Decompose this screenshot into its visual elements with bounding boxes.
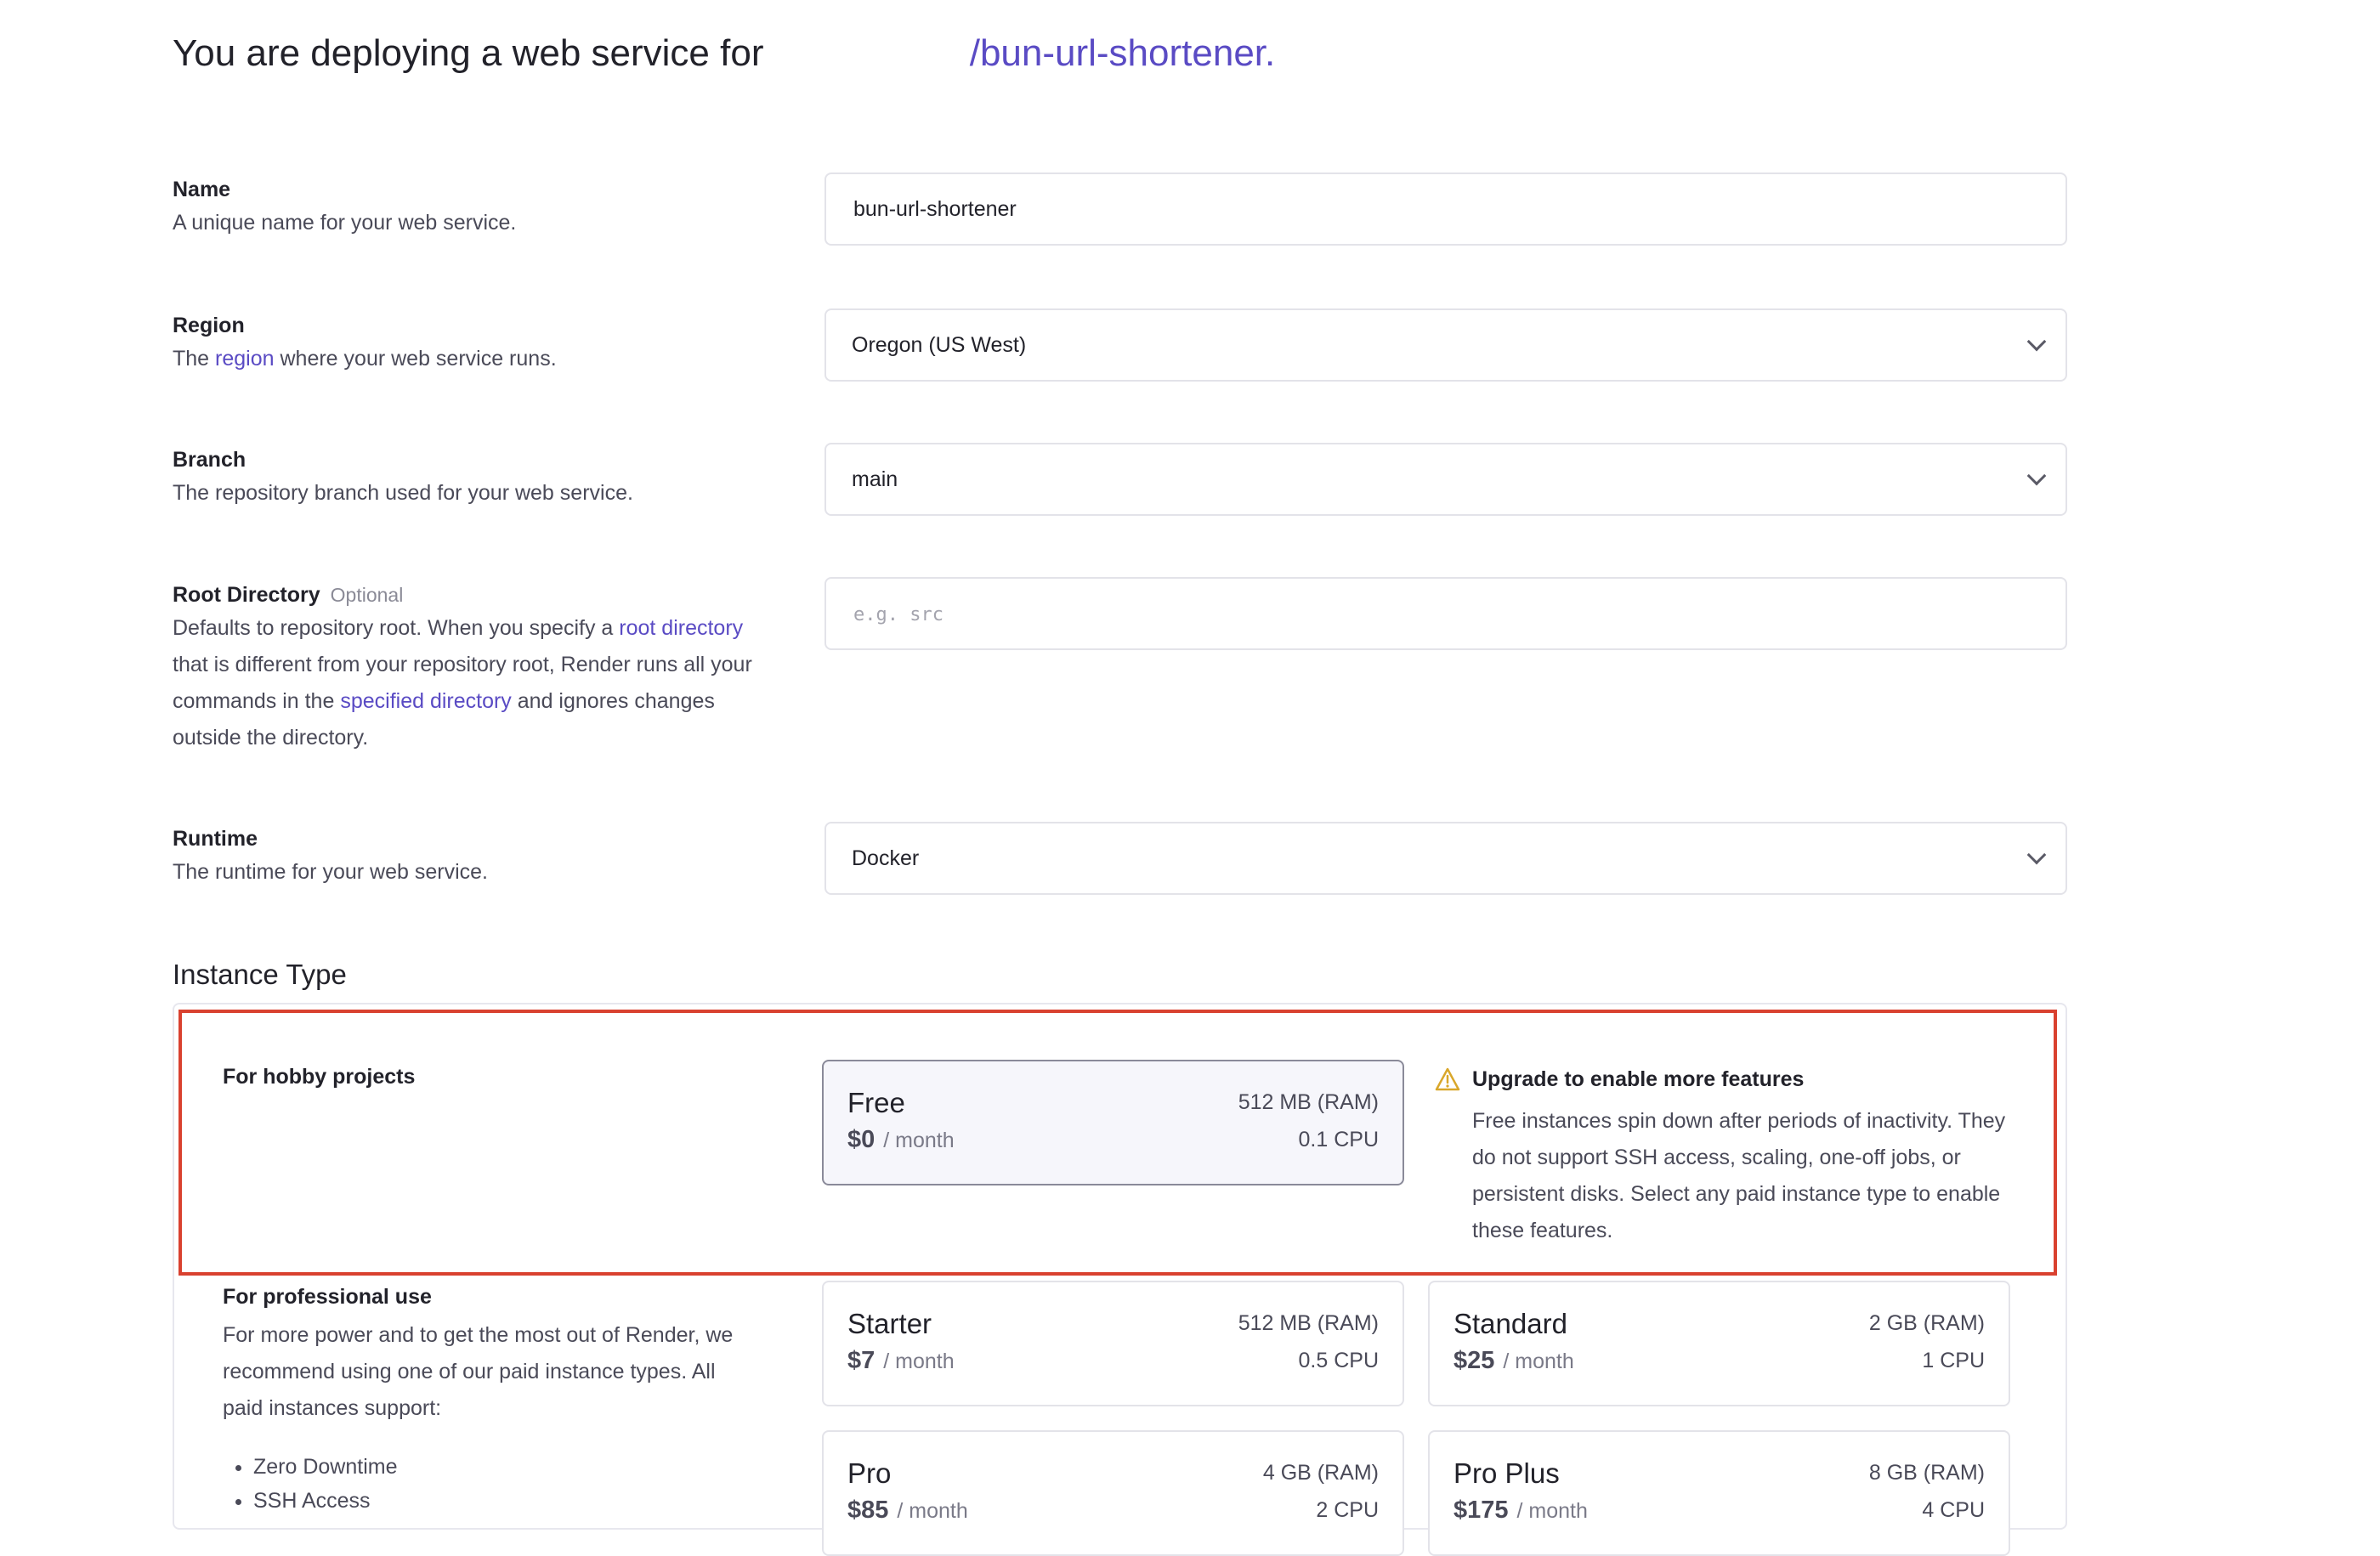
chevron-down-icon [2026, 331, 2047, 352]
plan-cpu: 4 CPU [1922, 1498, 1985, 1522]
plan-price-value: $7 [847, 1347, 876, 1374]
root-directory-field-info: Root Directory Optional Defaults to repos… [173, 580, 768, 756]
region-desc-before: The [173, 347, 210, 371]
instance-type-title: Instance Type [173, 959, 347, 990]
plan-ram: 512 MB (RAM) [1238, 1311, 1379, 1335]
repo-link[interactable]: /bun-url-shortener. [970, 32, 1276, 74]
runtime-label: Runtime [173, 827, 258, 851]
plan-name: Pro Plus [1454, 1457, 1560, 1489]
plan-card-standard[interactable]: Standard $25 / month 2 GB (RAM) 1 CPU [1428, 1281, 2010, 1406]
plan-price: $175 / month [1454, 1497, 1588, 1525]
region-label: Region [173, 314, 245, 337]
plan-name: Starter [847, 1308, 932, 1339]
plan-name: Standard [1454, 1308, 1567, 1339]
plan-ram: 2 GB (RAM) [1868, 1311, 1985, 1335]
runtime-select-value: Docker [852, 846, 920, 870]
branch-description: The repository branch used for your web … [173, 481, 633, 505]
root-directory-input-wrapper [824, 577, 2067, 650]
plan-card-pro[interactable]: Pro $85 / month 4 GB (RAM) 2 CPU [822, 1430, 1404, 1556]
region-field-info: Region The region where your web service… [173, 310, 768, 377]
runtime-description: The runtime for your web service. [173, 860, 488, 884]
name-input-wrapper [824, 173, 2067, 246]
root-directory-description: Defaults to repository root. When you sp… [173, 610, 768, 756]
chevron-down-icon [2026, 466, 2047, 486]
plan-cpu: 0.5 CPU [1298, 1349, 1379, 1372]
list-item: Zero Downtime [253, 1450, 398, 1484]
region-select-value: Oregon (US West) [852, 332, 1027, 357]
plan-card-pro-plus[interactable]: Pro Plus $175 / month 8 GB (RAM) 4 CPU [1428, 1430, 2010, 1556]
professional-features-list: Zero Downtime SSH Access [223, 1450, 398, 1518]
branch-label: Branch [173, 448, 246, 472]
root-directory-label: Root Directory Optional [173, 580, 768, 610]
plan-name: Pro [847, 1457, 892, 1489]
page-title: You are deploying a web service for /bun… [173, 32, 1275, 75]
plan-price-period: / month [1503, 1349, 1574, 1373]
runtime-field-info: Runtime The runtime for your web service… [173, 823, 768, 891]
plan-price-period: / month [883, 1349, 955, 1373]
region-description: The region where your web service runs. [173, 341, 768, 377]
name-field-info: Name A unique name for your web service. [173, 174, 768, 241]
region-select[interactable]: Oregon (US West) [824, 308, 2067, 382]
region-link[interactable]: region [215, 347, 275, 371]
professional-group-label: For professional use [223, 1285, 432, 1309]
plan-cpu: 1 CPU [1922, 1349, 1985, 1372]
professional-group-description: For more power and to get the most out o… [223, 1323, 734, 1420]
list-item: SSH Access [253, 1484, 398, 1518]
optional-badge: Optional [330, 584, 404, 606]
name-input[interactable] [852, 195, 2040, 223]
plan-card-starter[interactable]: Starter $7 / month 512 MB (RAM) 0.5 CPU [822, 1281, 1404, 1406]
page-title-prefix: You are deploying a web service for [173, 32, 764, 74]
branch-select[interactable]: main [824, 443, 2067, 516]
root-directory-link[interactable]: root directory [619, 616, 743, 640]
plan-ram: 8 GB (RAM) [1868, 1461, 1985, 1485]
plan-price-period: / month [1516, 1499, 1588, 1523]
plan-price-value: $25 [1454, 1347, 1495, 1374]
plan-price: $25 / month [1454, 1347, 1574, 1375]
repo-owner-redacted [774, 37, 970, 75]
plan-cpu: 2 CPU [1316, 1498, 1379, 1522]
plan-price: $85 / month [847, 1497, 968, 1525]
highlight-annotation-box [178, 1010, 2057, 1276]
name-description: A unique name for your web service. [173, 211, 517, 235]
plan-price-value: $85 [847, 1497, 889, 1524]
chevron-down-icon [2026, 845, 2047, 865]
name-label: Name [173, 178, 231, 201]
root-directory-input[interactable] [852, 600, 2040, 627]
branch-select-value: main [852, 467, 898, 491]
root-directory-desc-1: Defaults to repository root. When you sp… [173, 616, 614, 640]
plan-price: $7 / month [847, 1347, 955, 1375]
runtime-select[interactable]: Docker [824, 822, 2067, 895]
region-desc-after: where your web service runs. [280, 347, 557, 371]
branch-field-info: Branch The repository branch used for yo… [173, 444, 768, 512]
root-directory-label-text: Root Directory [173, 583, 320, 607]
plan-price-period: / month [897, 1499, 968, 1523]
plan-ram: 4 GB (RAM) [1262, 1461, 1379, 1485]
plan-price-value: $175 [1454, 1497, 1509, 1524]
specified-directory-link[interactable]: specified directory [340, 689, 511, 713]
